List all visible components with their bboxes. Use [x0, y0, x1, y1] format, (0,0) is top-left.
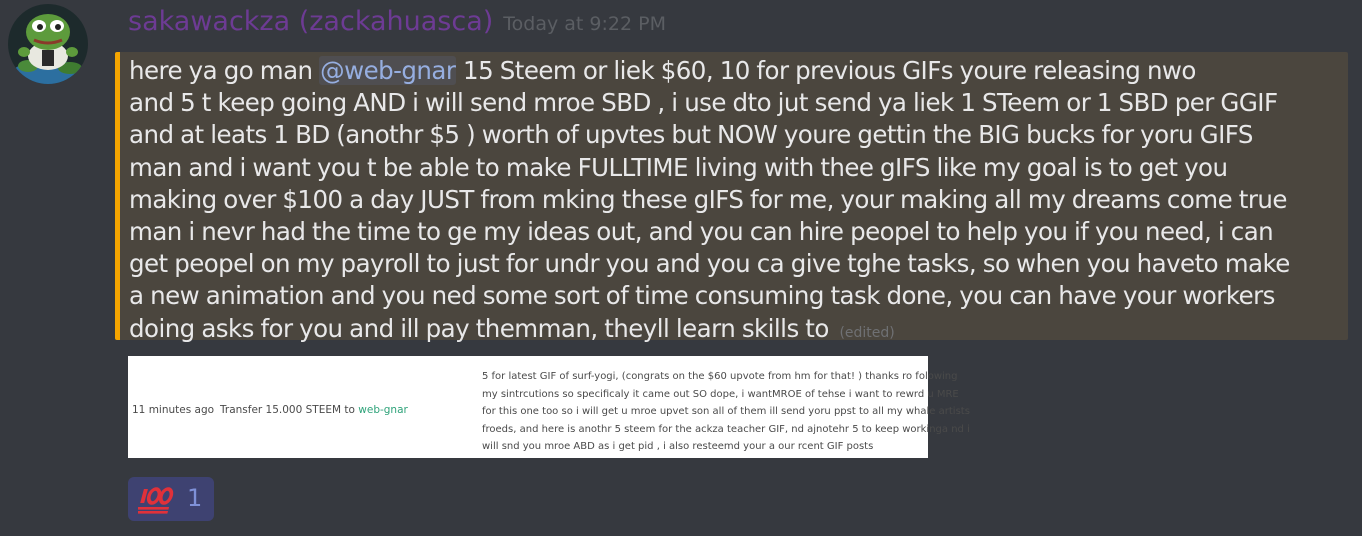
transfer-text: Transfer 15.000 STEEM to [220, 404, 359, 416]
reaction-button[interactable]: 1 [128, 477, 214, 521]
message-line: get peopel on my payroll to just for und… [129, 249, 1290, 279]
memo-line: 5 for latest GIF of surf-yogi, (congrats… [482, 371, 958, 382]
image-attachment[interactable]: 11 minutes ago Transfer 15.000 STEEM to … [128, 356, 970, 458]
message-line: and 5 t keep going AND i will send mroe … [129, 88, 1278, 118]
message-text: 15 Steem or liek $60, 10 for previous GI… [456, 56, 1196, 85]
message-header: sakawackza (zackahuasca) Today at 9:22 PM [128, 6, 666, 37]
message-line: and at leats 1 BD (anothr $5 ) worth of … [129, 120, 1253, 150]
memo-line: froeds, and here is anothr 5 steem for t… [482, 423, 970, 435]
timestamp: Today at 9:22 PM [503, 13, 666, 35]
user-avatar[interactable] [8, 4, 88, 84]
user-mention[interactable]: @web-gnar [319, 56, 457, 85]
message-line: a new animation and you ned some sort of… [129, 281, 1275, 311]
memo-line: my sintrcutions so specificaly it came o… [482, 388, 959, 400]
message-content: here ya go man @web-gnar 15 Steem or lie… [129, 55, 1354, 349]
frog-avatar-icon [8, 4, 88, 84]
memo-line: will snd you mroe ABD as i get pid , i a… [482, 441, 874, 453]
reaction-count: 1 [187, 484, 203, 512]
edited-label: (edited) [839, 324, 895, 341]
message-line: man and i want you t be able to make FUL… [129, 152, 1228, 182]
message-line: man i nevr had the time to ge my ideas o… [129, 217, 1274, 247]
username[interactable]: sakawackza (zackahuasca) [128, 6, 493, 37]
message-text: here ya go man [129, 56, 320, 85]
memo-line: for this one too so i will get u mroe up… [482, 406, 970, 418]
transfer-description: Transfer 15.000 STEEM to web-gnar [220, 404, 408, 416]
message-text: doing asks for you and ill pay themman, … [129, 313, 836, 343]
transfer-memo: 5 for latest GIF of surf-yogi, (congrats… [482, 368, 970, 456]
message-line: making over $100 a day JUST from mking t… [129, 184, 1287, 214]
chat-message: sakawackza (zackahuasca) Today at 9:22 PM… [0, 0, 1362, 536]
hundred-points-icon [138, 487, 174, 514]
message-line: doing asks for you and ill pay themman, … [129, 313, 1354, 349]
message-line: here ya go man @web-gnar 15 Steem or lie… [129, 55, 1354, 87]
transfer-time: 11 minutes ago [132, 404, 215, 416]
recipient-link: web-gnar [358, 404, 408, 416]
